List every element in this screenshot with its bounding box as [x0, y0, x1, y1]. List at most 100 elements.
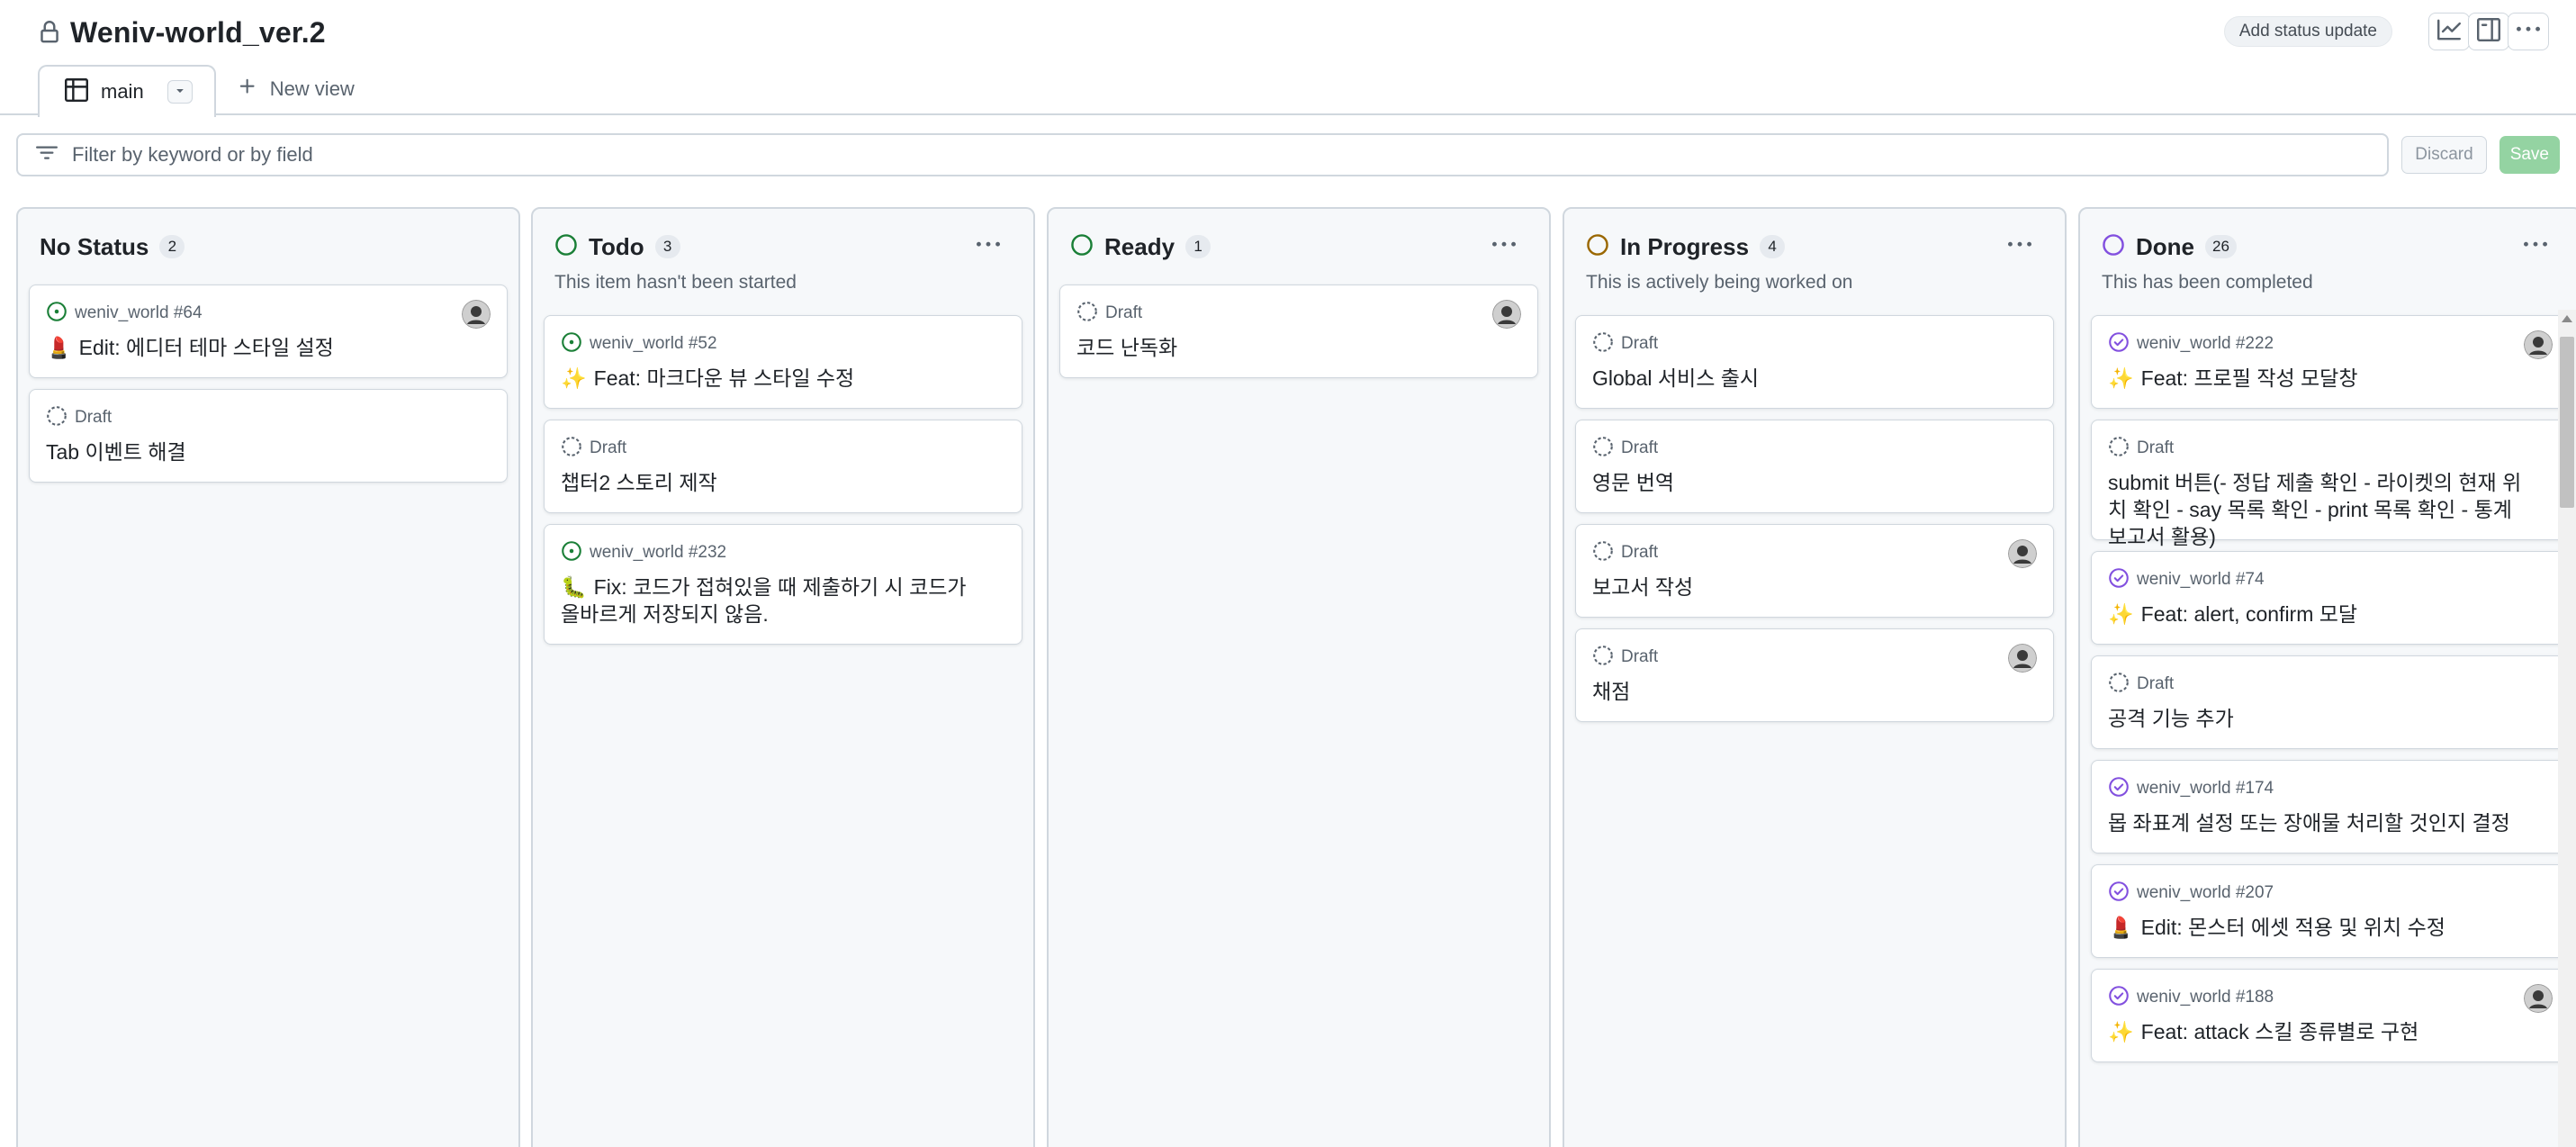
vertical-scrollbar[interactable] — [2558, 310, 2576, 1147]
column-name: In Progress — [1620, 232, 1750, 260]
card-title[interactable]: ✨ Feat: 마크다운 뷰 스타일 수정 — [561, 365, 1005, 392]
card-title-text: Global 서비스 출시 — [1592, 366, 1760, 390]
column-options-button[interactable] — [1488, 234, 1520, 259]
card-title[interactable]: 🐛 Fix: 코드가 접혀있을 때 제출하기 시 코드가 올바르게 저장되지 않음… — [561, 574, 1005, 628]
board-card[interactable]: weniv_world #174 몹 좌표계 설정 또는 장애물 처리할 것인지 … — [2091, 760, 2570, 853]
avatar[interactable] — [2008, 644, 2037, 673]
card-title[interactable]: ✨ Feat: 프로필 작성 모달창 — [2108, 365, 2553, 392]
issue-closed-icon — [2108, 567, 2130, 593]
card-meta: Draft — [1592, 645, 2037, 669]
avatar[interactable] — [2524, 984, 2553, 1013]
board-card[interactable]: weniv_world #207 💄 Edit: 몬스터 에셋 적용 및 위치 수정 — [2091, 864, 2570, 958]
board-column: No Status 2 weniv_world #64 💄 Edit: 에디터 테마 스… — [16, 207, 520, 1147]
draft-issue-icon — [1592, 331, 1614, 357]
insights-button[interactable] — [2428, 13, 2470, 50]
new-view-label: New view — [269, 77, 355, 100]
add-status-update-button[interactable]: Add status update — [2223, 16, 2392, 47]
avatar[interactable] — [1492, 300, 1521, 329]
board-card[interactable]: weniv_world #222 ✨ Feat: 프로필 작성 모달창 — [2091, 315, 2570, 409]
card-meta: weniv_world #52 — [561, 331, 1005, 357]
scroll-up-arrow-icon[interactable] — [2562, 315, 2572, 322]
triangle-down-icon — [173, 83, 187, 102]
card-repo-label: weniv_world #64 — [75, 303, 203, 322]
project-title[interactable]: Weniv-world_ver.2 — [70, 16, 326, 50]
save-button[interactable]: Save — [2499, 136, 2560, 174]
scroll-thumb[interactable] — [2560, 337, 2574, 508]
status-circle-icon — [2102, 233, 2125, 261]
card-title[interactable]: 영문 번역 — [1592, 469, 2037, 496]
avatar[interactable] — [2008, 539, 2037, 568]
card-title[interactable]: 코드 난독화 — [1076, 334, 1521, 361]
status-circle-icon — [1586, 233, 1609, 261]
card-title[interactable]: 챕터2 스토리 제작 — [561, 469, 1005, 496]
tab-main-label: main — [101, 80, 144, 103]
layout-panel-button[interactable] — [2468, 13, 2509, 50]
card-title[interactable]: ✨ Feat: attack 스킬 종류별로 구현 — [2108, 1018, 2553, 1045]
tab-main[interactable]: main — [38, 65, 216, 117]
board-card[interactable]: Draft Global 서비스 출시 — [1575, 315, 2054, 409]
card-emoji: 💄 — [46, 336, 72, 359]
board-card[interactable]: Draft 공격 기능 추가 — [2091, 655, 2570, 749]
discard-button[interactable]: Discard — [2401, 136, 2487, 174]
card-title[interactable]: 채점 — [1592, 678, 2037, 705]
board-card[interactable]: Draft 영문 번역 — [1575, 420, 2054, 513]
card-emoji: ✨ — [2108, 366, 2134, 390]
card-title[interactable]: submit 버튼(- 정답 제출 확인 - 라이켓의 현재 위치 확인 - s… — [2108, 469, 2553, 550]
card-title-text: Feat: alert, confirm 모달 — [2140, 602, 2358, 626]
card-title[interactable]: 몹 좌표계 설정 또는 장애물 처리할 것인지 결정 — [2108, 809, 2553, 836]
board-column: Ready 1 Draft 코드 난독화 — [1047, 207, 1551, 1147]
card-meta: Draft — [561, 436, 1005, 460]
avatar[interactable] — [462, 300, 491, 329]
board-card[interactable]: Draft 챕터2 스토리 제작 — [544, 420, 1022, 513]
card-title[interactable]: 💄 Edit: 에디터 테마 스타일 설정 — [46, 334, 491, 361]
card-title[interactable]: ✨ Feat: alert, confirm 모달 — [2108, 601, 2553, 628]
board-card[interactable]: Draft 코드 난독화 — [1059, 284, 1538, 378]
avatar[interactable] — [2524, 330, 2553, 359]
column-description: This has been completed — [2102, 272, 2313, 293]
card-title-text: Feat: attack 스킬 종류별로 구현 — [2140, 1020, 2419, 1043]
card-repo-label: weniv_world #74 — [2137, 570, 2265, 589]
card-emoji: 🐛 — [561, 575, 587, 599]
issue-open-icon — [561, 331, 582, 357]
column-count-badge: 1 — [1185, 235, 1211, 258]
column-options-button[interactable] — [2519, 234, 2552, 259]
card-repo-label: Draft — [590, 438, 627, 457]
layout-panel-icon — [2477, 17, 2500, 46]
column-options-button[interactable] — [972, 234, 1004, 259]
draft-issue-icon — [1592, 436, 1614, 462]
board-card[interactable]: Draft submit 버튼(- 정답 제출 확인 - 라이켓의 현재 위치 확… — [2091, 420, 2570, 548]
filter-input[interactable]: Filter by keyword or by field — [16, 133, 2390, 176]
card-repo-label: Draft — [1621, 543, 1659, 562]
card-title[interactable]: 공격 기능 추가 — [2108, 705, 2553, 732]
card-title-text: Fix: 코드가 접혀있을 때 제출하기 시 코드가 올바르게 저장되지 않음. — [561, 575, 967, 626]
board-card[interactable]: Draft Tab 이벤트 해결 — [29, 389, 508, 483]
column-count-badge: 26 — [2205, 235, 2237, 258]
board-card[interactable]: weniv_world #52 ✨ Feat: 마크다운 뷰 스타일 수정 — [544, 315, 1022, 409]
board-card[interactable]: weniv_world #64 💄 Edit: 에디터 테마 스타일 설정 — [29, 284, 508, 378]
card-title[interactable]: Tab 이벤트 해결 — [46, 438, 491, 465]
card-meta: Draft — [1592, 540, 2037, 564]
card-repo-label: weniv_world #222 — [2137, 334, 2274, 353]
card-repo-label: Draft — [75, 408, 113, 427]
board-card[interactable]: weniv_world #232 🐛 Fix: 코드가 접혀있을 때 제출하기 시 … — [544, 524, 1022, 645]
kebab-horizontal-icon — [977, 233, 1000, 261]
more-options-button[interactable] — [2508, 13, 2549, 50]
draft-issue-icon — [46, 405, 68, 431]
card-emoji: 💄 — [2108, 916, 2134, 939]
card-title-text: Feat: 프로필 작성 모달창 — [2140, 366, 2358, 390]
card-meta: weniv_world #64 — [46, 301, 491, 325]
card-title[interactable]: Global 서비스 출시 — [1592, 365, 2037, 392]
board-card[interactable]: Draft 채점 — [1575, 628, 2054, 722]
card-repo-label: weniv_world #232 — [590, 543, 727, 562]
tab-options-button[interactable] — [167, 80, 193, 104]
card-title[interactable]: 💄 Edit: 몬스터 에셋 적용 및 위치 수정 — [2108, 914, 2553, 941]
board-card[interactable]: Draft 보고서 작성 — [1575, 524, 2054, 618]
column-options-button[interactable] — [2004, 234, 2036, 259]
card-title[interactable]: 보고서 작성 — [1592, 574, 2037, 601]
draft-issue-icon — [2108, 672, 2130, 698]
board-card[interactable]: weniv_world #188 ✨ Feat: attack 스킬 종류별로 구현 — [2091, 969, 2570, 1062]
new-view-button[interactable]: New view — [216, 63, 355, 115]
column-description: This is actively being worked on — [1586, 272, 1853, 293]
board: No Status 2 weniv_world #64 💄 Edit: 에디터 테마 스… — [16, 207, 2576, 1147]
board-card[interactable]: weniv_world #74 ✨ Feat: alert, confirm 모달 — [2091, 551, 2570, 645]
